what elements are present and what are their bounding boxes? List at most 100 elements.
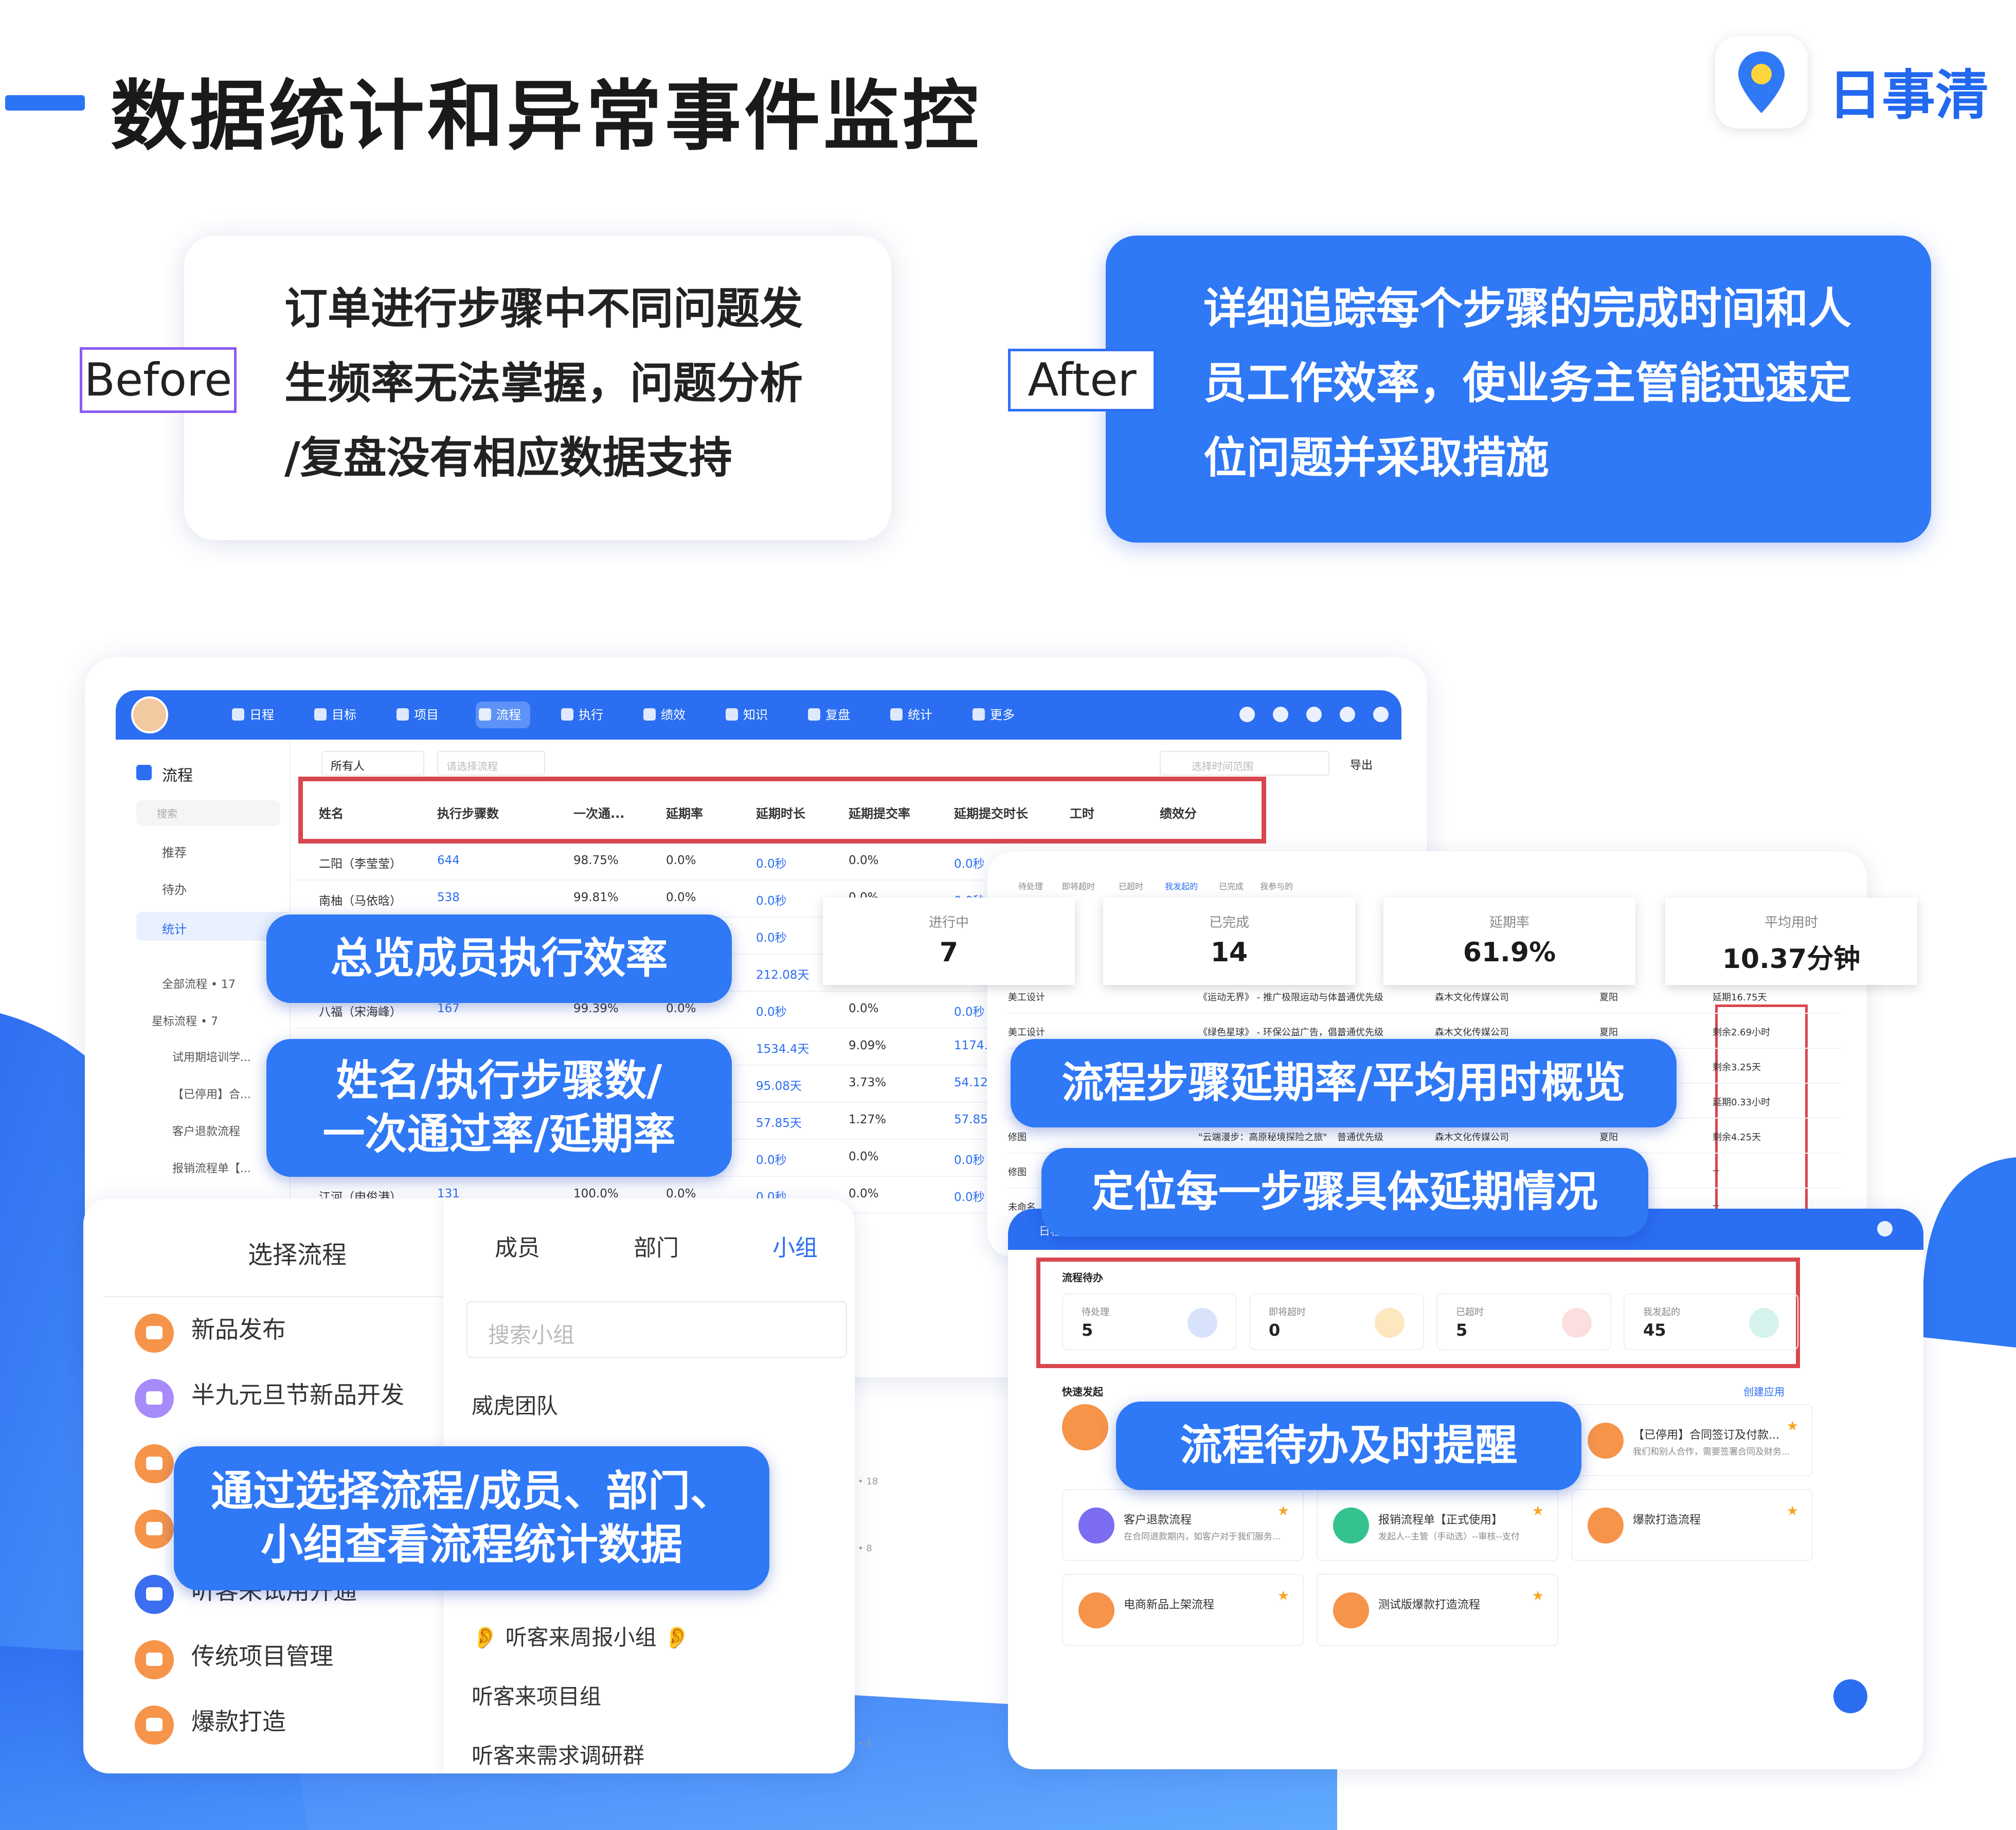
quick-app[interactable]: 测试版爆款打造流程 ★	[1317, 1574, 1558, 1646]
table-cell: 0.0秒	[954, 1191, 985, 1204]
sidebar-title: 流程	[136, 763, 193, 785]
group-item[interactable]: 威虎团队	[472, 1389, 558, 1420]
flow-select[interactable]: 请选择流程	[437, 751, 545, 776]
flow-option[interactable]: 传统项目管理	[135, 1633, 333, 1679]
create-app-button[interactable]: 创建应用	[1743, 1384, 1785, 1398]
flow-icon	[135, 1510, 174, 1549]
nav-performance[interactable]: 绩效	[640, 702, 686, 728]
brand-logo: 日事清	[1715, 36, 1993, 129]
tab-groups[interactable]: 小组	[772, 1229, 818, 1262]
nav-label: 更多	[990, 708, 1015, 722]
quick-app[interactable]: 【已停用】合同签订及付款... 我们和别人合作，需要签署合同及财务... ★	[1571, 1404, 1813, 1476]
stat-card: 进行中 7	[823, 898, 1075, 985]
help-icon[interactable]	[1373, 707, 1389, 722]
flow-tab[interactable]: 即将超时	[1062, 880, 1095, 892]
star-icon[interactable]: ★	[1532, 1588, 1544, 1604]
table-cell: 3.73%	[849, 1076, 887, 1089]
flow-option[interactable]: 新品发布	[135, 1306, 286, 1353]
star-icon[interactable]: ★	[1787, 1503, 1798, 1519]
bell-icon[interactable]	[1239, 707, 1255, 722]
nav-more[interactable]: 更多	[969, 702, 1015, 728]
group-search-input[interactable]: 搜索小组	[466, 1301, 847, 1358]
export-button[interactable]: 导出	[1350, 756, 1373, 773]
flow-cell: 修图	[1008, 1132, 1027, 1143]
nav-statistics[interactable]: 统计	[887, 702, 932, 728]
stat-value: 61.9%	[1463, 937, 1556, 968]
quick-app[interactable]: 爆款打造流程 ★	[1571, 1489, 1813, 1561]
nav-execute[interactable]: 执行	[558, 702, 603, 728]
sidebar-label: 统计	[162, 922, 187, 937]
callout-todo-reminder: 流程待办及时提醒	[1116, 1402, 1581, 1490]
star-icon[interactable]: ★	[1277, 1503, 1289, 1519]
sidebar-item-recommend[interactable]: 推荐	[136, 842, 187, 860]
callout-line: 一次通过率/延期率	[322, 1110, 676, 1159]
app-name: 测试版爆款打造流程	[1378, 1599, 1481, 1611]
flow-tab[interactable]: 待处理	[1018, 880, 1043, 892]
todo-card[interactable]: 已超时 5	[1436, 1294, 1611, 1350]
before-line: 订单进行步骤中不同问题发	[284, 283, 803, 334]
nav-label: 目标	[332, 708, 356, 722]
quick-app[interactable]: 电商新品上架流程 ★	[1062, 1574, 1304, 1646]
table-cell: 9.09%	[849, 1039, 887, 1052]
clock-icon	[1375, 1308, 1405, 1338]
quick-app[interactable]: 客户退款流程 在合同退款期内，如客户对于我们服务... ★	[1062, 1489, 1304, 1561]
table-cell: 0.0秒	[756, 1154, 787, 1167]
flow-cell: 《运动无界》 - 推广极限运动与体...	[1198, 992, 1346, 1003]
group-item[interactable]: 👂 听客来周报小组 👂	[472, 1620, 690, 1652]
nav-review[interactable]: 复盘	[805, 702, 850, 728]
tab-members[interactable]: 成员	[495, 1229, 540, 1262]
todo-label: 待处理	[1082, 1307, 1109, 1318]
star-icon[interactable]: ★	[1277, 1588, 1289, 1604]
search-icon[interactable]	[1273, 707, 1288, 722]
flow-cell: "云端漫步：高原秘境探险之旅"	[1198, 1132, 1327, 1143]
after-card: 详细追踪每个步骤的完成时间和人 员工作效率，使业务主管能迅速定 位问题并采取措施	[1106, 236, 1931, 543]
flow-tab[interactable]: 我发起的	[1165, 880, 1198, 892]
date-range-input[interactable]: 选择时间范围	[1160, 751, 1329, 776]
quick-title: 快速发起	[1062, 1386, 1103, 1398]
help-icon[interactable]	[1877, 1221, 1893, 1236]
nav-goal[interactable]: 目标	[311, 702, 356, 728]
flow-tab[interactable]: 已完成	[1219, 880, 1244, 892]
tab-departments[interactable]: 部门	[634, 1229, 679, 1262]
todo-card[interactable]: 待处理 5	[1062, 1294, 1237, 1350]
stat-label: 平均用时	[1764, 915, 1818, 930]
todo-card[interactable]: 即将超时 0	[1249, 1294, 1424, 1350]
app-icon	[1588, 1508, 1624, 1544]
owner-select[interactable]: 所有人	[321, 751, 424, 776]
sidebar-label: 试用期培训学...	[172, 1051, 251, 1064]
pin-icon[interactable]	[1833, 1679, 1867, 1713]
app-icon	[1588, 1423, 1624, 1459]
shield-icon[interactable]	[1306, 707, 1322, 722]
sidebar-item-all[interactable]: 全部流程 • 17	[136, 975, 236, 992]
table-cell: 0.0秒	[756, 1006, 787, 1019]
table-cell: 0.0秒	[756, 857, 787, 871]
avatar[interactable]	[131, 696, 168, 733]
nav-project[interactable]: 项目	[393, 702, 439, 728]
top-nav: 日程 目标 项目 流程 执行 绩效 知识 复盘 统计 更多	[116, 690, 1401, 740]
sidebar-item-flow[interactable]: 报销流程单【...	[136, 1159, 251, 1176]
flow-option[interactable]: 爆款打造	[135, 1698, 286, 1745]
todo-label: 已超时	[1456, 1307, 1484, 1318]
sidebar-item-flow[interactable]: 客户退款流程	[136, 1122, 240, 1139]
flow-tab[interactable]: 我参与的	[1260, 880, 1293, 892]
sidebar-label: 【已停用】合...	[172, 1088, 251, 1101]
todo-card[interactable]: 我发起的 45	[1624, 1294, 1798, 1350]
sidebar-item-flow[interactable]: 【已停用】合...	[136, 1085, 251, 1102]
nav-schedule[interactable]: 日程	[229, 702, 274, 728]
flow-tab[interactable]: 已超时	[1119, 880, 1143, 892]
group-item[interactable]: 听客来需求调研群	[472, 1738, 644, 1770]
sidebar-search[interactable]: 搜索	[136, 800, 280, 826]
sidebar-label: 星标流程 • 7	[152, 1015, 218, 1028]
group-item[interactable]: 听客来项目组	[472, 1679, 601, 1711]
flow-option[interactable]: 半九元旦节新品开发	[135, 1372, 404, 1418]
sidebar-item-flow[interactable]: 试用期培训学...	[136, 1048, 251, 1065]
sidebar-item-todo[interactable]: 待办	[136, 880, 187, 898]
nav-knowledge[interactable]: 知识	[723, 702, 768, 728]
star-icon[interactable]: ★	[1787, 1419, 1798, 1434]
gear-icon[interactable]	[1340, 707, 1355, 722]
quick-app[interactable]: 报销流程单【正式使用】 发起人--主管（手动选）--审核--支付 ★	[1317, 1489, 1558, 1561]
star-icon[interactable]: ★	[1532, 1503, 1544, 1519]
nav-flow[interactable]: 流程	[476, 702, 530, 728]
sidebar-title-text: 流程	[162, 767, 193, 785]
sidebar-item-starred[interactable]: 星标流程 • 7	[136, 1012, 218, 1029]
